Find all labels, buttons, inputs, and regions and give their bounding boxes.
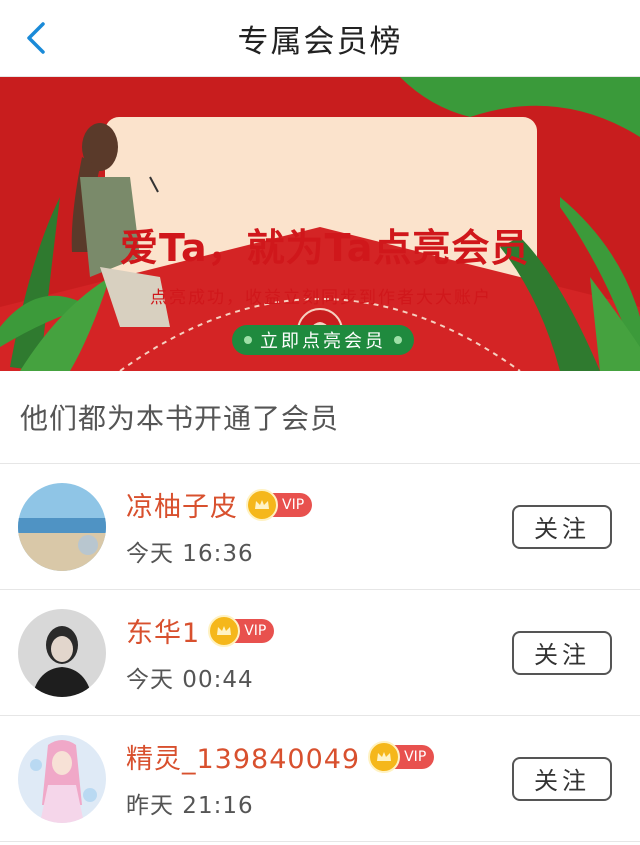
promo-banner[interactable]: 爱Ta，就为Ta点亮会员 点亮成功，收益立刻同步到作者大大账户 立即点亮会员: [0, 77, 640, 371]
page-title: 专属会员榜: [237, 23, 403, 60]
follow-button[interactable]: 关注: [512, 504, 612, 549]
vip-badge: VIP: [246, 488, 313, 521]
follow-button[interactable]: 关注: [512, 756, 612, 801]
member-name[interactable]: 精灵_139840049: [126, 737, 360, 776]
avatar[interactable]: [18, 608, 106, 697]
vip-label: VIP: [244, 622, 267, 639]
vip-label: VIP: [282, 496, 305, 513]
dot-icon: [244, 336, 252, 344]
member-row[interactable]: 东华1 VIP 今天 00:44 关注: [0, 590, 640, 716]
member-name[interactable]: 东华1: [126, 611, 200, 650]
dot-icon: [394, 336, 402, 344]
chevron-left-icon: [27, 22, 45, 54]
banner-subtitle: 点亮成功，收益立刻同步到作者大大账户: [150, 288, 492, 308]
avatar[interactable]: [18, 734, 106, 823]
member-row[interactable]: 精灵_139840049 VIP 昨天 21:16 关注: [0, 716, 640, 842]
light-up-vip-button[interactable]: 立即点亮会员: [232, 325, 414, 355]
dark-portrait-avatar-image: [18, 608, 106, 697]
vip-label: VIP: [404, 748, 427, 765]
crown-icon: [368, 740, 401, 773]
member-name[interactable]: 凉柚子皮: [126, 485, 238, 524]
banner-title: 爱Ta，就为Ta点亮会员: [120, 226, 530, 270]
follow-button[interactable]: 关注: [512, 630, 612, 675]
anime-avatar-image: [18, 734, 106, 823]
beach-avatar-image: [18, 482, 106, 571]
back-button[interactable]: [18, 20, 54, 56]
banner-button-label: 立即点亮会员: [260, 331, 386, 352]
vip-badge: VIP: [368, 740, 435, 773]
avatar[interactable]: [18, 482, 106, 571]
member-row[interactable]: 凉柚子皮 VIP 今天 16:36 关注: [0, 464, 640, 590]
vip-badge: VIP: [208, 614, 275, 647]
crown-icon: [208, 614, 241, 647]
section-title: 他们都为本书开通了会员: [0, 371, 640, 464]
crown-icon: [246, 488, 278, 521]
top-bar: 专属会员榜: [0, 0, 640, 77]
